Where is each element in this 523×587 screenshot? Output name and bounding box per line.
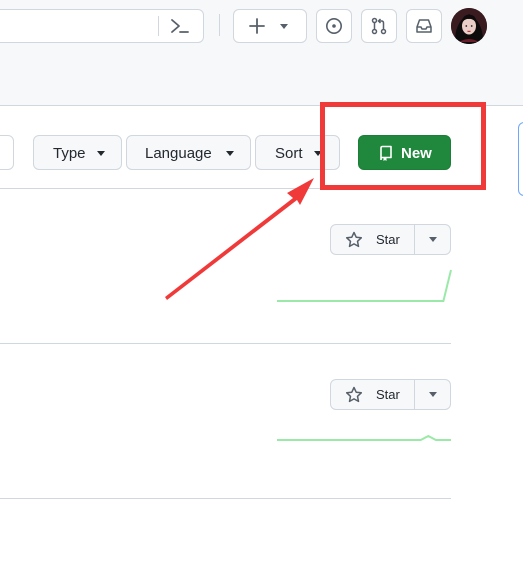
sort-label: Sort [275, 145, 303, 162]
terminal-prompt-icon[interactable] [169, 16, 191, 36]
list-divider [0, 343, 451, 344]
create-new-menu-button[interactable] [233, 9, 307, 43]
user-avatar[interactable] [451, 8, 487, 44]
avatar-image [451, 8, 487, 44]
repositories-page: Type Language Sort New Star Star [0, 0, 523, 587]
repository-search-input[interactable] [0, 135, 14, 170]
side-panel-edge [518, 122, 523, 196]
pull-requests-button[interactable] [361, 9, 397, 43]
header-divider [219, 14, 220, 36]
star-list-dropdown[interactable] [415, 225, 451, 254]
star-icon [345, 386, 363, 403]
plus-icon [249, 18, 265, 34]
star-icon [345, 231, 363, 248]
language-filter-label: Language [145, 145, 212, 162]
star-label: Star [376, 232, 400, 247]
repo-2-activity-sparkline [277, 434, 451, 441]
star-button[interactable]: Star [331, 380, 414, 409]
triangle-down-icon [97, 151, 105, 156]
repo-2-star-group: Star [330, 379, 451, 410]
language-filter-button[interactable]: Language [126, 135, 251, 170]
inbox-button[interactable] [406, 9, 442, 43]
issues-button[interactable] [316, 9, 352, 43]
repo-1-star-group: Star [330, 224, 451, 255]
triangle-down-icon [429, 392, 437, 397]
issue-opened-icon [326, 18, 342, 34]
command-search-box[interactable] [0, 9, 204, 43]
type-filter-button[interactable]: Type [33, 135, 122, 170]
highlight-box-annotation [320, 102, 486, 190]
activity-line [277, 434, 451, 441]
list-divider [0, 498, 451, 499]
global-header [0, 0, 523, 106]
triangle-down-icon [280, 24, 288, 29]
git-pull-request-icon [371, 17, 387, 35]
star-button[interactable]: Star [331, 225, 414, 254]
repo-1-activity-sparkline [277, 269, 452, 302]
triangle-down-icon [226, 151, 234, 156]
triangle-down-icon [429, 237, 437, 242]
inbox-icon [416, 19, 432, 33]
star-list-dropdown[interactable] [415, 380, 451, 409]
type-filter-label: Type [53, 145, 86, 162]
activity-line [277, 269, 452, 302]
command-separator [158, 16, 159, 36]
star-label: Star [376, 387, 400, 402]
